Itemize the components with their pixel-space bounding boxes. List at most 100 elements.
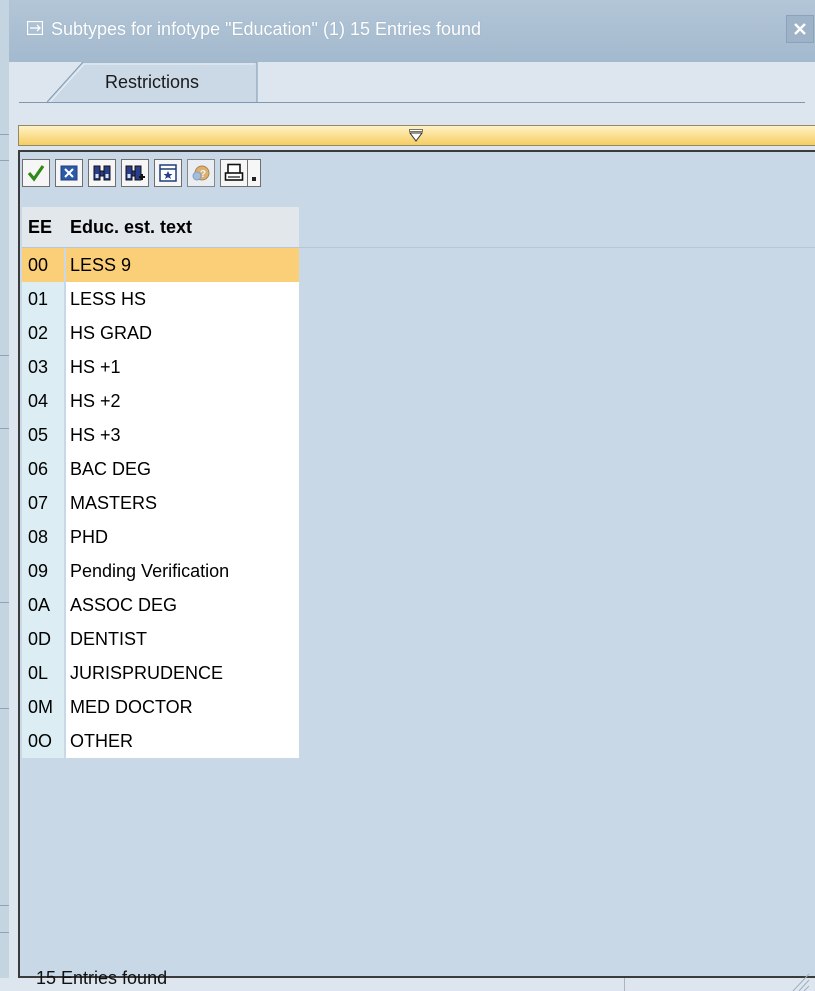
cell-ee[interactable]: 07: [22, 486, 64, 520]
cell-ee[interactable]: 01: [22, 282, 64, 316]
cell-ee[interactable]: 0M: [22, 690, 64, 724]
table-row[interactable]: 00 LESS 9: [22, 248, 299, 282]
help-button[interactable]: ?: [187, 159, 215, 187]
cell-educ-text[interactable]: Pending Verification: [66, 554, 299, 588]
cell-ee-text: 01: [28, 289, 49, 309]
select-all-icon: [159, 164, 177, 182]
cell-educ-text[interactable]: LESS 9: [66, 248, 299, 282]
cell-educ-text[interactable]: LESS HS: [66, 282, 299, 316]
cell-educ-text[interactable]: MED DOCTOR: [66, 690, 299, 724]
close-icon: [794, 23, 806, 35]
cell-ee[interactable]: 0L: [22, 656, 64, 690]
cell-ee-text: 03: [28, 357, 49, 377]
table-row[interactable]: 08 PHD: [22, 520, 299, 554]
cell-educ-text[interactable]: ASSOC DEG: [66, 588, 299, 622]
find-next-button[interactable]: [121, 159, 149, 187]
cell-ee-text: 0M: [28, 697, 54, 717]
cancel-button[interactable]: [55, 159, 83, 187]
results-list-pane: ? EE Educ. est. text 00 LESS 9 01 LESS HS 02…: [18, 150, 815, 978]
cell-educ-text[interactable]: HS +1: [66, 350, 299, 384]
table-row[interactable]: 0D DENTIST: [22, 622, 299, 656]
svg-text:?: ?: [200, 169, 206, 180]
cell-educ-text[interactable]: DENTIST: [66, 622, 299, 656]
tab-restrictions[interactable]: Restrictions: [47, 62, 261, 103]
cell-educ-text-value: MASTERS: [70, 493, 158, 513]
table-row[interactable]: 01 LESS HS: [22, 282, 299, 316]
find-button[interactable]: [88, 159, 116, 187]
cell-educ-text[interactable]: HS GRAD: [66, 316, 299, 350]
cell-educ-text-value: BAC DEG: [70, 459, 152, 479]
cell-ee[interactable]: 06: [22, 452, 64, 486]
table-row[interactable]: 0A ASSOC DEG: [22, 588, 299, 622]
cell-educ-text-value: JURISPRUDENCE: [70, 663, 224, 683]
cell-ee-text: 08: [28, 527, 49, 547]
table-row[interactable]: 0L JURISPRUDENCE: [22, 656, 299, 690]
cell-ee[interactable]: 0O: [22, 724, 64, 758]
cell-educ-text[interactable]: JURISPRUDENCE: [66, 656, 299, 690]
table-header: EE Educ. est. text: [22, 207, 299, 247]
cell-ee[interactable]: 05: [22, 418, 64, 452]
table-row[interactable]: 0O OTHER: [22, 724, 299, 758]
help-icon: ?: [192, 165, 210, 181]
table-row[interactable]: 0M MED DOCTOR: [22, 690, 299, 724]
selection-criteria-bar[interactable]: [18, 125, 815, 146]
cell-ee[interactable]: 08: [22, 520, 64, 554]
cell-ee[interactable]: 04: [22, 384, 64, 418]
table-row[interactable]: 02 HS GRAD: [22, 316, 299, 350]
cell-educ-text[interactable]: BAC DEG: [66, 452, 299, 486]
cell-ee-text: 07: [28, 493, 49, 513]
cell-educ-text[interactable]: OTHER: [66, 724, 299, 758]
dialog-title: Subtypes for infotype "Education" (1) 15…: [51, 19, 482, 39]
print-button[interactable]: [220, 159, 248, 187]
cell-educ-text[interactable]: PHD: [66, 520, 299, 554]
window-icon: [27, 21, 43, 35]
table-row[interactable]: 09 Pending Verification: [22, 554, 299, 588]
cell-ee[interactable]: 00: [22, 248, 64, 282]
cell-educ-text-value: PHD: [70, 527, 109, 547]
status-text: 15 Entries found: [36, 968, 168, 988]
cell-ee[interactable]: 0A: [22, 588, 64, 622]
find-next-icon: [125, 165, 145, 181]
cell-ee-text: 0L: [28, 663, 49, 683]
cell-ee-text: 00: [28, 255, 49, 275]
table-row[interactable]: 06 BAC DEG: [22, 452, 299, 486]
cell-ee-text: 02: [28, 323, 49, 343]
cell-ee-text: 0D: [28, 629, 52, 649]
close-button[interactable]: [786, 15, 814, 43]
cell-educ-text-value: HS GRAD: [70, 323, 153, 343]
cell-educ-text-value: LESS HS: [70, 289, 147, 309]
continue-button[interactable]: [22, 159, 50, 187]
cell-educ-text-value: HS +3: [70, 425, 121, 445]
column-header-educ-text[interactable]: Educ. est. text: [70, 217, 192, 238]
table-row[interactable]: 04 HS +2: [22, 384, 299, 418]
table-row[interactable]: 05 HS +3: [22, 418, 299, 452]
expand-criteria-icon[interactable]: [409, 129, 423, 142]
cell-educ-text[interactable]: MASTERS: [66, 486, 299, 520]
print-options-dropdown[interactable]: [248, 159, 261, 187]
select-all-button[interactable]: [154, 159, 182, 187]
cell-ee[interactable]: 0D: [22, 622, 64, 656]
cell-educ-text-value: Pending Verification: [70, 561, 230, 581]
print-icon: [224, 163, 244, 181]
tab-label: Restrictions: [105, 72, 200, 92]
cell-educ-text-value: HS +2: [70, 391, 121, 411]
cell-educ-text-value: HS +1: [70, 357, 121, 377]
cell-ee[interactable]: 03: [22, 350, 64, 384]
cell-ee-text: 09: [28, 561, 49, 581]
tab-strip: Restrictions: [9, 62, 815, 120]
background-window-edge: [0, 0, 9, 991]
cell-educ-text[interactable]: HS +3: [66, 418, 299, 452]
cell-ee-text: 0A: [28, 595, 51, 615]
cell-ee[interactable]: 02: [22, 316, 64, 350]
column-header-ee[interactable]: EE: [28, 217, 52, 238]
resize-grip-icon[interactable]: [790, 972, 810, 991]
cell-educ-text-value: OTHER: [70, 731, 133, 751]
cell-educ-text-value: LESS 9: [70, 255, 132, 275]
table-row[interactable]: 03 HS +1: [22, 350, 299, 384]
dialog-title-bar[interactable]: Subtypes for infotype "Education" (1) 15…: [9, 0, 815, 62]
cell-educ-text-value: MED DOCTOR: [70, 697, 193, 717]
cell-ee-text: 06: [28, 459, 49, 479]
table-row[interactable]: 07 MASTERS: [22, 486, 299, 520]
cell-ee[interactable]: 09: [22, 554, 64, 588]
cell-educ-text[interactable]: HS +2: [66, 384, 299, 418]
